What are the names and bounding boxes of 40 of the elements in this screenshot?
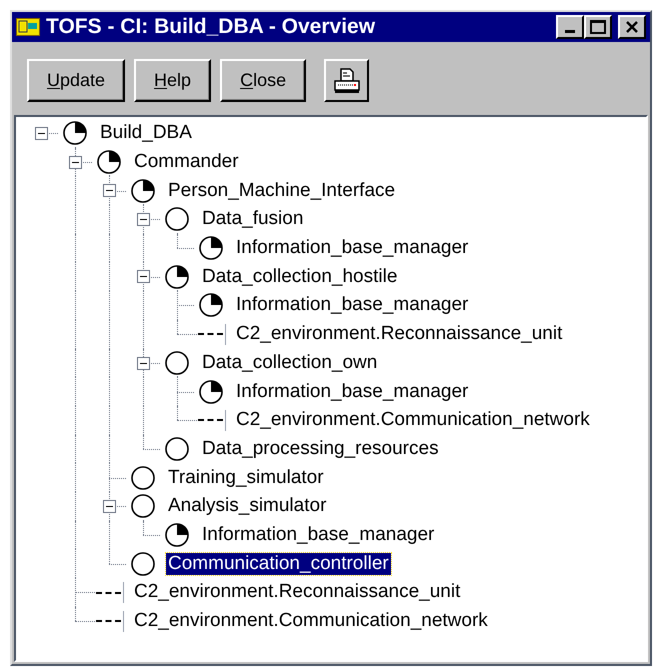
- printer-icon: [332, 68, 361, 94]
- toolbar-button[interactable]: Update: [27, 59, 126, 102]
- interface-connector-icon: [198, 324, 226, 345]
- tree-item[interactable]: Analysis_simulator: [166, 495, 328, 518]
- tree-item[interactable]: Data_collection_hostile: [200, 266, 400, 288]
- maximize-button[interactable]: [584, 15, 612, 39]
- minimize-button[interactable]: [556, 15, 584, 39]
- interface-connector-icon: [96, 610, 124, 632]
- tree-item[interactable]: C2_environment.Communication_network: [132, 610, 490, 632]
- tree-item[interactable]: Commander: [132, 151, 241, 174]
- tree-item[interactable]: Data_fusion: [200, 208, 306, 230]
- print-button[interactable]: [324, 59, 370, 102]
- toolbar-button[interactable]: Help: [134, 59, 212, 102]
- tree-item[interactable]: Data_collection_own: [200, 352, 380, 374]
- window-title: TOFS - CI: Build_DBA - Overview: [46, 14, 376, 40]
- collapse-icon[interactable]: [103, 500, 116, 513]
- tree-item[interactable]: Build_DBA: [98, 122, 194, 144]
- interface-connector-icon: [96, 582, 124, 603]
- tree-item[interactable]: C2_environment.Reconnaissance_unit: [132, 581, 462, 604]
- interface-connector-icon: [198, 410, 226, 431]
- tree-item[interactable]: Information_base_manager: [234, 237, 470, 260]
- tree-item[interactable]: Information_base_manager: [234, 294, 470, 316]
- close-button[interactable]: [618, 15, 646, 39]
- tree-item[interactable]: Information_base_manager: [234, 380, 470, 403]
- tree-item[interactable]: C2_environment.Reconnaissance_unit: [234, 323, 564, 346]
- close-icon: [625, 21, 639, 33]
- collapse-icon[interactable]: [35, 127, 48, 140]
- tree-item[interactable]: Training_simulator: [166, 466, 326, 489]
- collapse-icon[interactable]: [137, 213, 150, 226]
- tree-item[interactable]: C2_environment.Communication_network: [234, 409, 592, 432]
- toolbar-button[interactable]: Close: [220, 59, 306, 102]
- collapse-icon[interactable]: [69, 156, 82, 169]
- app-icon: [16, 18, 40, 36]
- collapse-icon[interactable]: [137, 356, 150, 370]
- collapse-icon[interactable]: [103, 184, 116, 198]
- tree-item[interactable]: Person_Machine_Interface: [166, 180, 398, 202]
- tree-item[interactable]: Communication_controller: [166, 552, 391, 575]
- tree-item[interactable]: Information_base_manager: [200, 524, 436, 546]
- collapse-icon[interactable]: [137, 270, 150, 284]
- tree-item[interactable]: Data_processing_resources: [200, 438, 441, 460]
